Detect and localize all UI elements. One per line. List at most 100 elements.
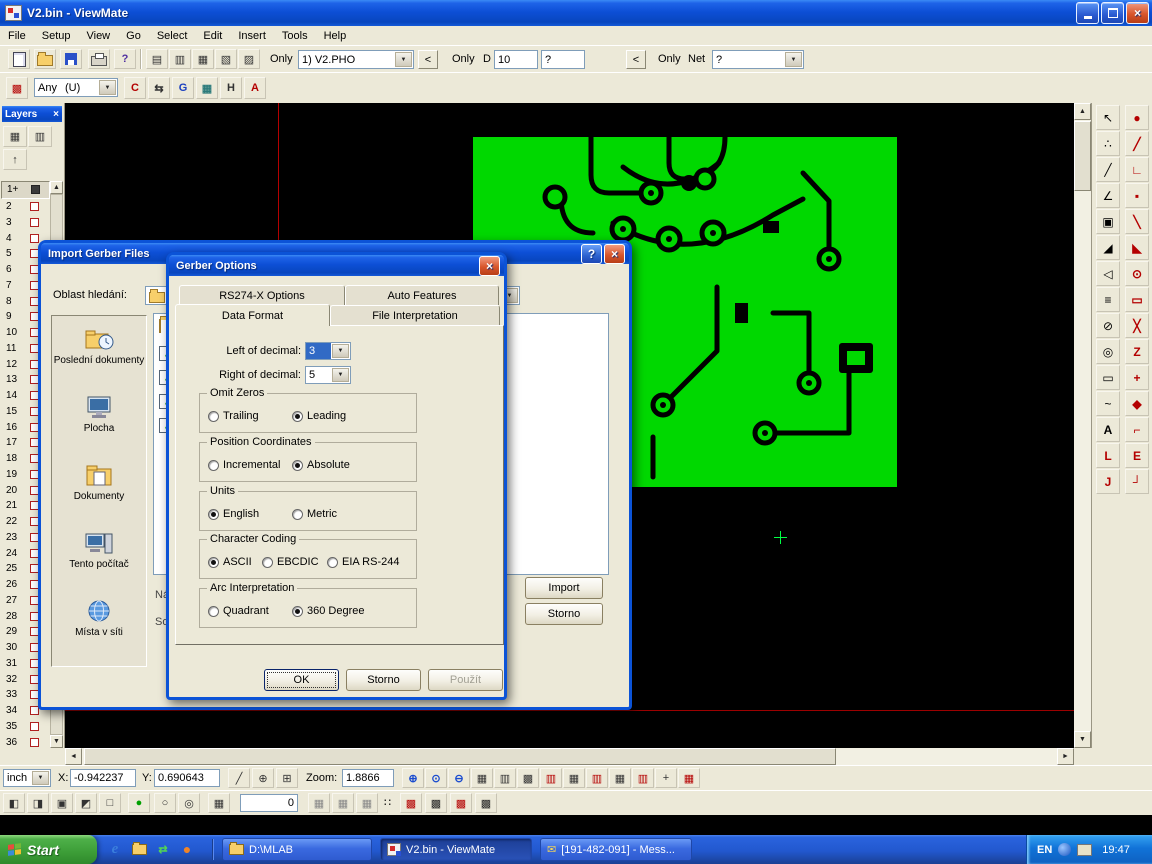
- prev-layer-button[interactable]: <: [418, 50, 438, 69]
- pad-tool-button[interactable]: ●: [1125, 105, 1149, 130]
- menu-item[interactable]: Go: [118, 26, 149, 45]
- filter-combo[interactable]: Any(U) ▼: [34, 78, 118, 97]
- left-of-decimal-combo[interactable]: 3 ▼: [305, 342, 351, 360]
- start-button[interactable]: Start: [0, 835, 97, 864]
- help-icon[interactable]: ?: [581, 244, 602, 264]
- highlight-tool-button[interactable]: ▥: [169, 49, 191, 69]
- d-query-field[interactable]: ?: [541, 50, 585, 69]
- unit-combo[interactable]: inch ▼: [3, 769, 51, 787]
- draw-tool-button[interactable]: ~: [1096, 391, 1120, 416]
- pad-tool-button[interactable]: ⌐: [1125, 417, 1149, 442]
- tab-data-format[interactable]: Data Format: [175, 304, 330, 326]
- draw-tool-button[interactable]: ≡: [1096, 287, 1120, 312]
- close-icon[interactable]: ×: [479, 256, 500, 276]
- count-field[interactable]: 0: [240, 794, 298, 812]
- draw-tool-button[interactable]: ▭: [1096, 365, 1120, 390]
- radio-ebcdic[interactable]: EBCDIC: [262, 556, 319, 568]
- quick-launch-folder-icon[interactable]: [130, 840, 148, 858]
- menu-item[interactable]: Select: [149, 26, 196, 45]
- layer-row[interactable]: 35: [1, 719, 50, 735]
- chevron-down-icon[interactable]: ▼: [395, 52, 412, 67]
- chevron-down-icon[interactable]: ▼: [332, 344, 349, 358]
- pad-tool-button[interactable]: ◣: [1125, 235, 1149, 260]
- help-button[interactable]: ?: [114, 49, 136, 69]
- pattern-tool-button[interactable]: ▩: [475, 793, 497, 813]
- grid-style-button[interactable]: ▦: [332, 793, 354, 813]
- horizontal-scrollbar[interactable]: [82, 748, 1057, 765]
- view-tool-button[interactable]: ▦: [609, 768, 631, 788]
- pattern-tool-button[interactable]: ▩: [425, 793, 447, 813]
- pad-tool-button[interactable]: ⊙: [1125, 261, 1149, 286]
- layer-color-swatch[interactable]: [30, 202, 39, 211]
- vscroll-thumb[interactable]: [1074, 121, 1091, 191]
- taskbar-task-messenger[interactable]: ✉ [191-482-091] - Mess...: [540, 838, 692, 861]
- view-tool-button[interactable]: ▦: [678, 768, 700, 788]
- highlight-tool-button[interactable]: ▦: [192, 49, 214, 69]
- layers-panel-header[interactable]: Layers ×: [2, 106, 62, 122]
- language-bar-icon[interactable]: [1058, 843, 1071, 856]
- cancel-button[interactable]: Storno: [525, 603, 603, 625]
- draw-tool-button[interactable]: ◢: [1096, 235, 1120, 260]
- radio-ascii[interactable]: ASCII: [208, 556, 252, 568]
- radio-incremental[interactable]: Incremental: [208, 459, 280, 471]
- shape-tool-button[interactable]: □: [99, 793, 121, 813]
- place-network[interactable]: Místa v síti: [52, 598, 146, 638]
- tray-app-icon[interactable]: [1077, 844, 1092, 856]
- highlight-tool-button[interactable]: ▧: [215, 49, 237, 69]
- edit-tool-button[interactable]: G: [172, 77, 194, 99]
- print-button[interactable]: [88, 49, 110, 69]
- chevron-down-icon[interactable]: ▼: [32, 771, 49, 785]
- highlight-tool-button[interactable]: ▨: [238, 49, 260, 69]
- draw-tool-button[interactable]: ╱: [1096, 157, 1120, 182]
- new-file-button[interactable]: [8, 49, 30, 69]
- probe-tool-button[interactable]: ○: [154, 793, 176, 813]
- radio-eia-rs244[interactable]: EIA RS-244: [327, 556, 399, 568]
- place-my-computer[interactable]: Tento počítač: [52, 530, 146, 570]
- radio-trailing[interactable]: Trailing: [208, 410, 259, 422]
- probe-tool-button[interactable]: ◎: [178, 793, 200, 813]
- pattern-tool-button[interactable]: ▩: [450, 793, 472, 813]
- view-tool-button[interactable]: ⊕: [402, 768, 424, 788]
- draw-tool-button[interactable]: ◁: [1096, 261, 1120, 286]
- shape-tool-button[interactable]: ◧: [3, 793, 25, 813]
- internet-explorer-icon[interactable]: e: [106, 840, 124, 858]
- layer-row[interactable]: 3: [1, 215, 50, 231]
- scroll-down-button[interactable]: ▼: [1074, 731, 1091, 748]
- close-icon[interactable]: ×: [604, 244, 625, 264]
- menu-item[interactable]: Edit: [195, 26, 230, 45]
- layer-combo[interactable]: 1) V2.PHO ▼: [298, 50, 414, 69]
- shape-tool-button[interactable]: ◩: [75, 793, 97, 813]
- status-led-icon[interactable]: ●: [128, 793, 150, 813]
- edit-tool-button[interactable]: H: [220, 77, 242, 99]
- layer-grid-button[interactable]: ▥: [28, 126, 52, 147]
- view-tool-button[interactable]: ▩: [517, 768, 539, 788]
- radio-leading[interactable]: Leading: [292, 410, 346, 422]
- x-coordinate-field[interactable]: -0.942237: [70, 769, 136, 787]
- tab-auto-features[interactable]: Auto Features: [345, 285, 499, 305]
- sync-arrows-icon[interactable]: ⇄: [154, 840, 172, 858]
- highlight-tool-button[interactable]: ▤: [146, 49, 168, 69]
- view-tool-button[interactable]: ⊙: [425, 768, 447, 788]
- scroll-up-button[interactable]: ▲: [1074, 103, 1091, 120]
- layers-scroll-down[interactable]: ▼: [50, 735, 63, 748]
- draw-tool-button[interactable]: J: [1096, 469, 1120, 494]
- open-file-button[interactable]: [34, 49, 56, 69]
- place-documents[interactable]: Dokumenty: [52, 462, 146, 502]
- draw-tool-button[interactable]: A: [1096, 417, 1120, 442]
- draw-tool-button[interactable]: ◎: [1096, 339, 1120, 364]
- edit-tool-button[interactable]: C: [124, 77, 146, 99]
- menu-item[interactable]: View: [78, 26, 118, 45]
- layer-row[interactable]: 2: [1, 199, 50, 215]
- view-tool-button[interactable]: ▥: [586, 768, 608, 788]
- view-tool-button[interactable]: ▦: [563, 768, 585, 788]
- net-combo[interactable]: ? ▼: [712, 50, 804, 69]
- coordinate-tool-button[interactable]: ⊕: [252, 768, 274, 788]
- pad-tool-button[interactable]: +: [1125, 365, 1149, 390]
- right-of-decimal-combo[interactable]: 5 ▼: [305, 366, 351, 384]
- close-icon[interactable]: ×: [53, 109, 59, 120]
- d-code-field[interactable]: 10: [494, 50, 538, 69]
- pattern-tool-button[interactable]: ▩: [400, 793, 422, 813]
- layer-color-swatch[interactable]: [30, 722, 39, 731]
- pad-tool-button[interactable]: ∟: [1125, 157, 1149, 182]
- draw-tool-button[interactable]: ⊘: [1096, 313, 1120, 338]
